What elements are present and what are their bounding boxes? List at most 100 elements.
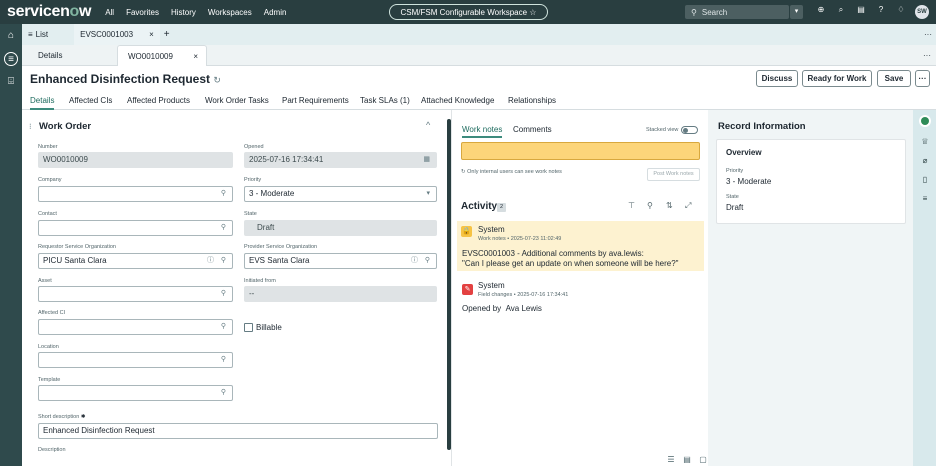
list-settings-icon[interactable]: ≡: [919, 193, 931, 205]
menu-history[interactable]: History: [171, 8, 196, 17]
menu-favorites[interactable]: Favorites: [126, 8, 159, 17]
page-title: Enhanced Disinfection Request ↻: [30, 72, 221, 86]
calendar-icon[interactable]: ▦: [423, 153, 430, 167]
document-icon[interactable]: ▯: [919, 174, 931, 186]
entry-text-quote: "Can I please get an update on when some…: [462, 259, 679, 268]
workspace-tabbar: ≡ List EVSC0001003 × + ···: [22, 24, 936, 45]
chat-icon[interactable]: ⌕: [833, 5, 849, 15]
location-field[interactable]: ⚲: [38, 352, 233, 368]
provider-org-field[interactable]: EVS Santa Clara ⓘ ⚲: [244, 253, 437, 269]
asset-label: Asset: [38, 278, 52, 284]
bell-icon[interactable]: ♢: [893, 5, 909, 15]
tab-work-order-tasks[interactable]: Work Order Tasks: [205, 96, 269, 105]
subtab-wo[interactable]: WO0010009 ×: [117, 45, 207, 66]
contact-label: Contact: [38, 211, 57, 217]
record-info-title: Record Information: [718, 121, 806, 132]
search-icon[interactable]: ⚲: [221, 320, 226, 334]
more-icon[interactable]: ···: [923, 45, 931, 66]
agent-icon[interactable]: ⌹: [4, 75, 18, 89]
info-icon[interactable]: ⓘ: [411, 254, 418, 268]
menu-admin[interactable]: Admin: [264, 8, 287, 17]
work-order-form: ⁝ Work Order ^ Number WO0010009 Opened 2…: [22, 110, 452, 466]
attachment-icon[interactable]: ⌀: [919, 155, 931, 167]
priority-select[interactable]: 3 - Moderate ▾: [244, 186, 437, 202]
asset-field[interactable]: ⚲: [38, 286, 233, 302]
stacked-view-toggle[interactable]: [681, 126, 698, 134]
company-label: Company: [38, 177, 62, 183]
search-icon[interactable]: ⚲: [221, 221, 226, 235]
collapse-icon[interactable]: ^: [426, 120, 430, 130]
tab-part-requirements[interactable]: Part Requirements: [282, 96, 349, 105]
form-scrollbar[interactable]: [447, 119, 451, 450]
tab-record-evsc[interactable]: EVSC0001003 ×: [74, 24, 160, 45]
servicenow-logo[interactable]: servicenow: [7, 3, 91, 21]
more-icon[interactable]: ···: [924, 30, 932, 39]
help-icon[interactable]: ?: [873, 5, 889, 15]
tab-task-slas[interactable]: Task SLAs (1): [360, 96, 410, 105]
tab-affected-cis[interactable]: Affected CIs: [69, 96, 112, 105]
search-icon[interactable]: ⚲: [221, 254, 226, 268]
entry-meta: Work notes • 2025-07-23 11:02:49: [478, 236, 562, 242]
search-scope-dropdown[interactable]: ▾: [790, 5, 803, 19]
requestor-org-field[interactable]: PICU Santa Clara ⓘ ⚲: [38, 253, 233, 269]
sort-icon[interactable]: ⇅: [666, 201, 685, 211]
compact-view-icon[interactable]: ▤: [679, 455, 695, 464]
search-icon[interactable]: ⚲: [221, 287, 226, 301]
tab-comments[interactable]: Comments: [513, 125, 552, 134]
opened-label: Opened: [244, 144, 264, 150]
menu-workspaces[interactable]: Workspaces: [208, 8, 252, 17]
workspace-pill[interactable]: CSM/FSM Configurable Workspace ☆: [389, 4, 548, 20]
info-icon[interactable]: ⓘ: [207, 254, 214, 268]
lock-icon: ↻: [461, 169, 466, 175]
list-icon[interactable]: ≡: [4, 52, 18, 66]
menu-all[interactable]: All: [105, 8, 114, 17]
template-field[interactable]: ⚲: [38, 385, 233, 401]
search-icon[interactable]: ⚲: [221, 386, 226, 400]
billable-checkbox[interactable]: [244, 323, 253, 332]
tab-relationships[interactable]: Relationships: [508, 96, 556, 105]
short-description-field[interactable]: Enhanced Disinfection Request: [38, 423, 438, 439]
search-icon[interactable]: ⚲: [221, 187, 226, 201]
home-icon[interactable]: ⌂: [4, 29, 18, 43]
record-info-icon[interactable]: [919, 115, 931, 127]
subtab-details[interactable]: Details: [38, 45, 62, 66]
globe-icon[interactable]: ⊕: [813, 5, 829, 15]
location-label: Location: [38, 344, 59, 350]
close-icon[interactable]: ×: [193, 46, 198, 67]
tab-affected-products[interactable]: Affected Products: [127, 96, 190, 105]
tab-attached-knowledge[interactable]: Attached Knowledge: [421, 96, 494, 105]
priority-value: 3 - Moderate: [726, 177, 772, 186]
list-view-icon[interactable]: ☰: [663, 455, 679, 464]
search-icon[interactable]: ⚲: [221, 353, 226, 367]
tab-list[interactable]: ≡ List: [22, 24, 54, 45]
user-avatar[interactable]: SW: [915, 5, 929, 19]
refresh-icon[interactable]: ↻: [213, 75, 221, 85]
search-icon: ⚲: [691, 7, 697, 17]
global-search[interactable]: ⚲ Search: [685, 5, 789, 19]
stacked-view-label: Stacked view: [646, 127, 679, 133]
opened-field: 2025-07-16 17:34:41 ▦: [244, 152, 437, 168]
tab-details[interactable]: Details: [30, 96, 55, 110]
description-label: Description: [38, 447, 66, 453]
drag-handle-icon[interactable]: ⁝: [29, 122, 32, 131]
entry-user: System: [478, 225, 505, 234]
agent-assist-icon[interactable]: ♕: [919, 136, 931, 148]
more-actions-button[interactable]: ···: [915, 70, 930, 87]
search-icon[interactable]: ⚲: [425, 254, 430, 268]
company-field[interactable]: ⚲: [38, 186, 233, 202]
expand-icon[interactable]: ⤢: [685, 201, 704, 211]
tab-work-notes[interactable]: Work notes: [462, 125, 503, 138]
affected-ci-field[interactable]: ⚲: [38, 319, 233, 335]
save-button[interactable]: Save: [877, 70, 911, 87]
discuss-button[interactable]: Discuss: [756, 70, 798, 87]
ready-for-work-button[interactable]: Ready for Work: [802, 70, 872, 87]
search-icon[interactable]: ⚲: [647, 201, 666, 211]
post-work-notes-button[interactable]: Post Work notes: [647, 168, 700, 181]
contact-field[interactable]: ⚲: [38, 220, 233, 236]
add-tab-icon[interactable]: +: [164, 29, 170, 40]
filter-icon[interactable]: ⊤: [628, 201, 647, 211]
activity-entry: 🔒 System Work notes • 2025-07-23 11:02:4…: [457, 221, 704, 271]
work-notes-input[interactable]: [461, 142, 700, 160]
inbox-icon[interactable]: ▤: [853, 5, 869, 15]
close-icon[interactable]: ×: [149, 30, 154, 39]
